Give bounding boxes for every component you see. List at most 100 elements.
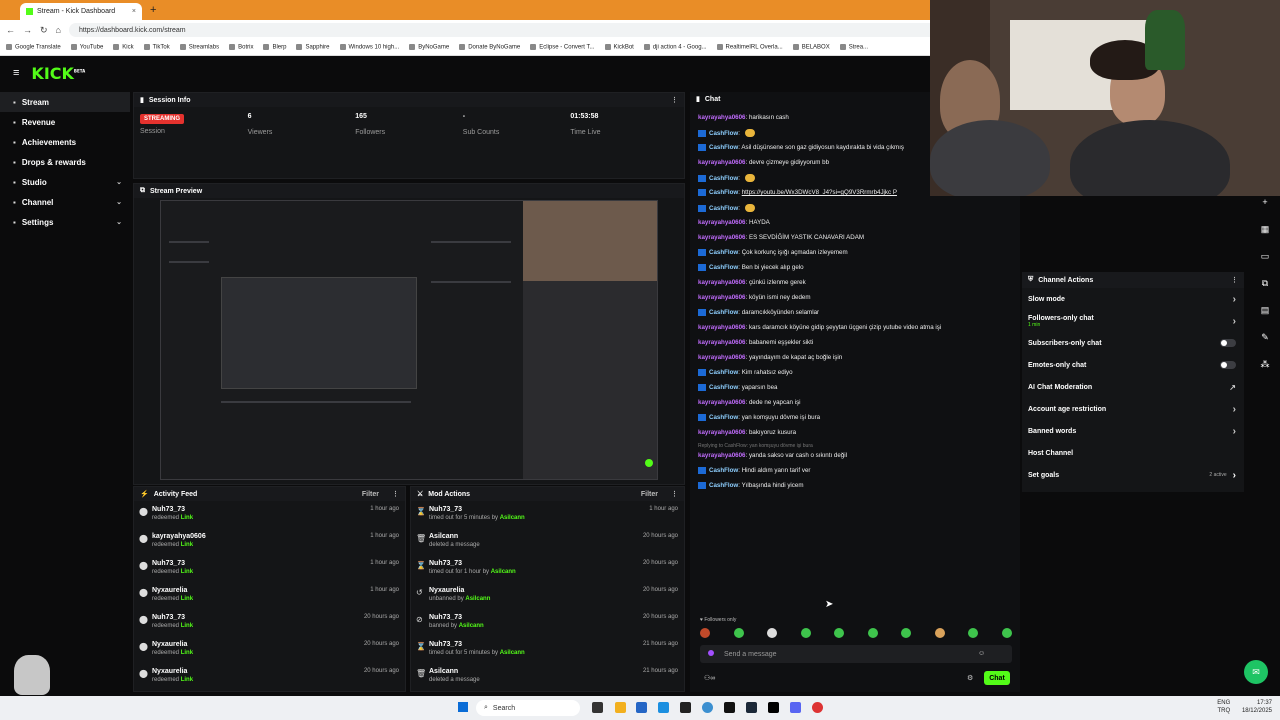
chevron-right-icon[interactable]: › bbox=[1233, 404, 1236, 415]
chat-username[interactable]: CashFlow bbox=[698, 309, 738, 316]
discord-icon[interactable] bbox=[790, 702, 801, 713]
bookmark-item[interactable]: Kick bbox=[113, 44, 134, 51]
moderator-name[interactable]: Asilcann bbox=[465, 596, 490, 602]
sidebar-item-studio[interactable]: ▪ Studio ⌄ bbox=[0, 172, 130, 192]
close-tab-icon[interactable]: × bbox=[132, 8, 136, 15]
activity-reward-link[interactable]: Link bbox=[181, 650, 193, 656]
sidebar-item-channel[interactable]: ▪ Channel ⌄ bbox=[0, 192, 130, 212]
chat-username[interactable]: CashFlow bbox=[698, 467, 738, 474]
bookmark-item[interactable]: YouTube bbox=[70, 44, 103, 51]
channel-action-host-channel[interactable]: Host Channel bbox=[1022, 442, 1244, 464]
sidebar-item-settings[interactable]: ▪ Settings ⌄ bbox=[0, 212, 130, 232]
activity-username[interactable]: Nyxaurelia bbox=[152, 587, 405, 594]
chat-username[interactable]: kayrayahya0606 bbox=[698, 294, 745, 301]
activity-reward-link[interactable]: Link bbox=[181, 623, 193, 629]
channel-action-slow-mode[interactable]: Slow mode › bbox=[1022, 288, 1244, 310]
emote-picker-icon[interactable]: ☺ bbox=[978, 650, 985, 657]
rail-panel-icon[interactable]: ▦ bbox=[1258, 224, 1272, 238]
external-link-icon[interactable]: ↗ bbox=[1229, 383, 1236, 392]
chat-username[interactable]: kayrayahya0606 bbox=[698, 114, 745, 121]
channel-action-subscribers-only-chat[interactable]: Subscribers-only chat bbox=[1022, 332, 1244, 354]
channel-action-followers-only-chat[interactable]: Followers-only chat 1 min › bbox=[1022, 310, 1244, 332]
bookmark-item[interactable]: ByNoGame bbox=[409, 44, 449, 51]
bookmark-item[interactable]: BELABOX bbox=[792, 44, 830, 51]
activity-username[interactable]: kayrayahya0606 bbox=[152, 533, 405, 540]
app-icon[interactable] bbox=[724, 702, 735, 713]
store-icon[interactable] bbox=[636, 702, 647, 713]
chrome-icon[interactable] bbox=[702, 702, 713, 713]
sidebar-item-stream[interactable]: ▪ Stream bbox=[0, 92, 130, 112]
emote-icon[interactable] bbox=[934, 628, 945, 638]
chat-username[interactable]: CashFlow bbox=[698, 144, 738, 151]
reload-icon[interactable]: ↻ bbox=[40, 25, 48, 36]
chat-username[interactable]: CashFlow bbox=[698, 205, 738, 212]
chat-message-input[interactable]: Send a message bbox=[700, 645, 1012, 663]
obs-icon[interactable] bbox=[680, 702, 691, 713]
bookmark-item[interactable]: Eclipse - Convert T... bbox=[530, 44, 595, 51]
activity-username[interactable]: Nuh73_73 bbox=[152, 506, 405, 513]
emote-icon[interactable] bbox=[1001, 628, 1012, 638]
chat-username[interactable]: CashFlow bbox=[698, 175, 738, 182]
rail-tools-icon[interactable]: ✎ bbox=[1258, 332, 1272, 346]
activity-reward-link[interactable]: Link bbox=[181, 596, 193, 602]
rail-add-icon[interactable]: + bbox=[1258, 197, 1272, 211]
windows-start-icon[interactable] bbox=[458, 702, 468, 712]
activity-username[interactable]: Nuh73_73 bbox=[152, 560, 405, 567]
more-icon[interactable]: ⋮ bbox=[1231, 276, 1238, 284]
chat-username[interactable]: CashFlow bbox=[698, 384, 738, 391]
channel-action-account-age-restriction[interactable]: Account age restriction › bbox=[1022, 398, 1244, 420]
browser-tab[interactable]: Stream - Kick Dashboard × bbox=[20, 3, 142, 20]
chat-username[interactable]: kayrayahya0606 bbox=[698, 234, 745, 241]
url-input[interactable]: https://dashboard.kick.com/stream bbox=[68, 23, 949, 37]
bookmark-item[interactable]: RealtimeIRL Overla... bbox=[716, 44, 783, 51]
chevron-down-icon[interactable]: ⌄ bbox=[116, 198, 122, 206]
channel-action-emotes-only-chat[interactable]: Emotes-only chat bbox=[1022, 354, 1244, 376]
chat-username[interactable]: kayrayahya0606 bbox=[698, 399, 745, 406]
bookmark-item[interactable]: Windows 10 high... bbox=[339, 44, 399, 51]
chat-username[interactable]: CashFlow bbox=[698, 249, 738, 256]
back-icon[interactable]: ← bbox=[6, 25, 15, 35]
bookmark-item[interactable]: Botrix bbox=[229, 44, 253, 51]
menu-icon[interactable]: ≡ bbox=[13, 67, 19, 79]
sidebar-item-achievements[interactable]: ▪ Achievements bbox=[0, 132, 130, 152]
chat-message-text[interactable]: https://youtu.be/Wx3DWcV8_J4?si=gQ9V3Rrm… bbox=[742, 189, 897, 196]
chat-username[interactable]: kayrayahya0606 bbox=[698, 159, 745, 166]
sidebar-item-revenue[interactable]: ▪ Revenue bbox=[0, 112, 130, 132]
taskbar-search[interactable]: ⌕ Search bbox=[476, 700, 580, 716]
chat-username[interactable]: kayrayahya0606 bbox=[698, 219, 745, 226]
emote-icon[interactable] bbox=[733, 628, 744, 638]
chat-username[interactable]: kayrayahya0606 bbox=[698, 452, 745, 459]
chat-username[interactable]: CashFlow bbox=[698, 369, 738, 376]
kick-logo[interactable]: KICKBETA bbox=[31, 64, 85, 83]
new-tab-icon[interactable]: + bbox=[150, 4, 156, 16]
rail-media-icon[interactable]: ⧉ bbox=[1258, 278, 1272, 292]
chat-username[interactable]: kayrayahya0606 bbox=[698, 339, 745, 346]
channel-action-set-goals[interactable]: Set goals 2 active › bbox=[1022, 464, 1244, 486]
chevron-right-icon[interactable]: › bbox=[1233, 294, 1236, 305]
chat-username[interactable]: CashFlow bbox=[698, 264, 738, 271]
bookmark-item[interactable]: KickBot bbox=[604, 44, 634, 51]
more-icon[interactable]: ⋮ bbox=[671, 96, 678, 104]
chevron-right-icon[interactable]: › bbox=[1233, 316, 1236, 327]
more-icon[interactable]: ⋮ bbox=[392, 490, 399, 498]
emote-icon[interactable] bbox=[968, 628, 979, 638]
chevron-down-icon[interactable]: ⌄ bbox=[116, 218, 122, 226]
activity-reward-link[interactable]: Link bbox=[181, 515, 193, 521]
emote-icon[interactable] bbox=[767, 628, 778, 638]
steam-icon[interactable] bbox=[746, 702, 757, 713]
chat-username[interactable]: kayrayahya0606 bbox=[698, 279, 745, 286]
x-icon[interactable] bbox=[768, 702, 779, 713]
chat-username[interactable]: CashFlow bbox=[698, 130, 738, 137]
chat-user-icon[interactable]: ⚇∞ bbox=[704, 674, 715, 682]
chevron-down-icon[interactable]: ⌄ bbox=[116, 178, 122, 186]
chat-settings-icon[interactable]: ⚙ bbox=[967, 674, 973, 682]
emote-icon[interactable] bbox=[834, 628, 845, 638]
stream-preview-video[interactable] bbox=[160, 200, 658, 480]
edge-icon[interactable] bbox=[658, 702, 669, 713]
forward-icon[interactable]: → bbox=[23, 25, 32, 35]
emote-icon[interactable] bbox=[700, 628, 710, 638]
emote-icon[interactable] bbox=[867, 628, 878, 638]
activity-reward-link[interactable]: Link bbox=[181, 542, 193, 548]
chat-username[interactable]: kayrayahya0606 bbox=[698, 354, 745, 361]
chrome-alt-icon[interactable] bbox=[812, 702, 823, 713]
